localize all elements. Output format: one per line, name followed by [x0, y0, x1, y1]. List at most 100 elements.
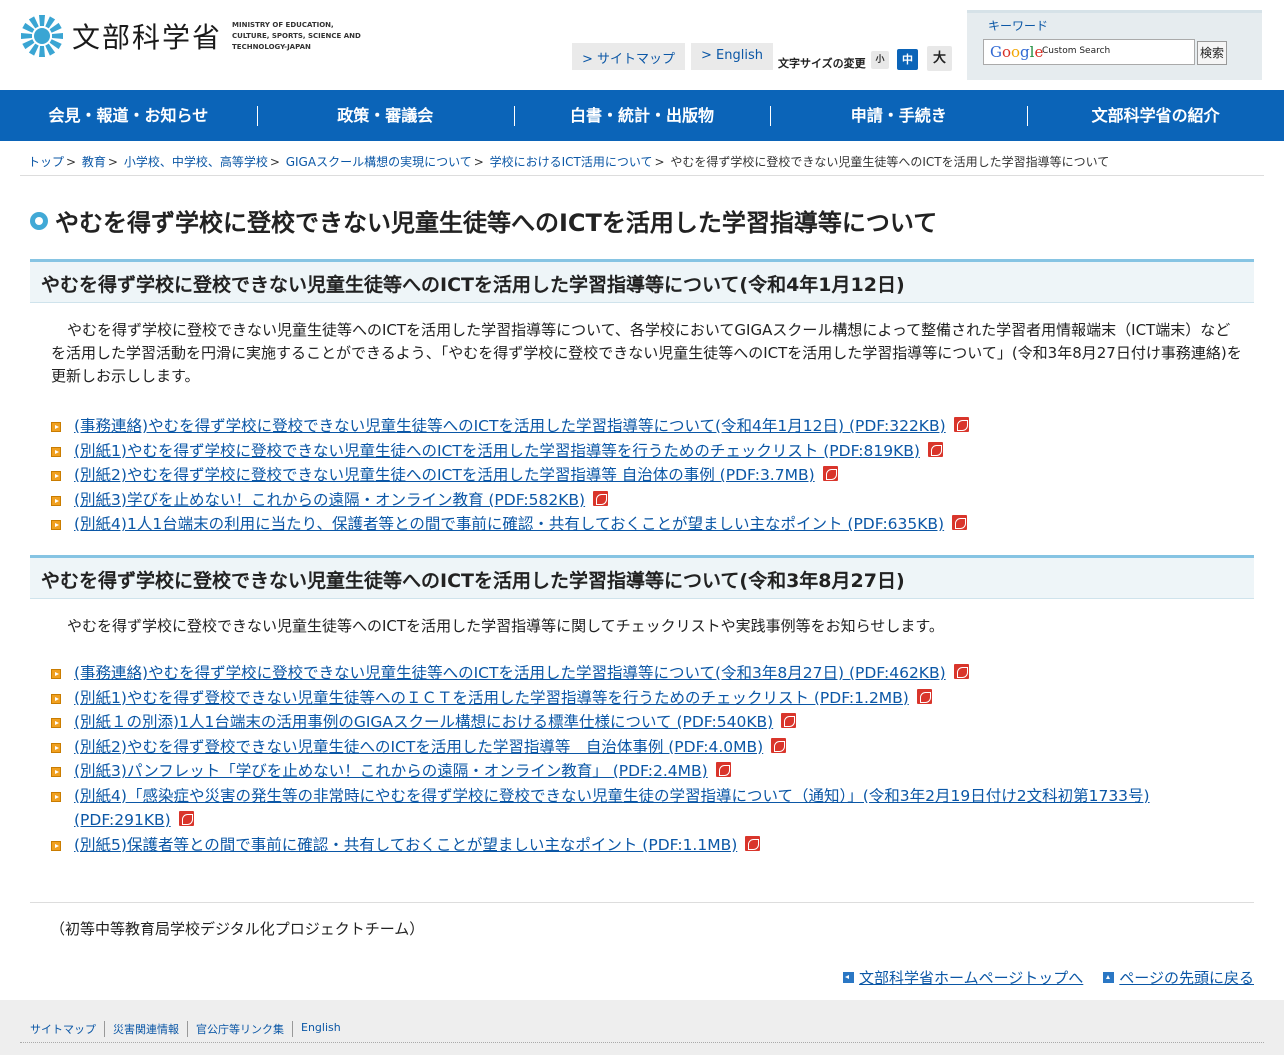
- footer-link-english[interactable]: English: [292, 1021, 349, 1037]
- arrow-bullet-icon: [51, 471, 61, 481]
- nav-item-press[interactable]: 会見・報道・お知らせ: [0, 90, 257, 141]
- search-label: キーワード: [988, 19, 1049, 33]
- pdf-icon: [927, 441, 943, 457]
- breadcrumb-link[interactable]: トップ: [28, 155, 64, 169]
- section-heading: やむを得ず学校に登校できない児童生徒等へのICTを活用した学習指導等について(令…: [30, 555, 1254, 599]
- breadcrumb-divider: [20, 175, 1264, 176]
- list-item: (事務連絡)やむを得ず学校に登校できない児童生徒等へのICTを活用した学習指導等…: [51, 414, 1254, 439]
- nav-item-policy[interactable]: 政策・審議会: [256, 90, 514, 141]
- pdf-link[interactable]: (別紙2)やむを得ず学校に登校できない児童生徒へのICTを活用した学習指導等 自…: [74, 466, 815, 484]
- font-size-label: 文字サイズの変更: [778, 57, 866, 70]
- pdf-link[interactable]: (別紙5)保護者等との間で事前に確認・共有しておくことが望ましい主なポイント (…: [74, 836, 737, 854]
- arrow-bullet-icon: [51, 693, 61, 704]
- arrow-bullet-icon: [51, 495, 61, 506]
- logo-name: 文部科学省: [72, 21, 223, 54]
- nav-item-about[interactable]: 文部科学省の紹介: [1027, 90, 1284, 141]
- arrow-bullet-icon: [51, 446, 61, 457]
- search-input[interactable]: Google Custom Search: [983, 39, 1195, 65]
- list-item: (別紙1)やむを得ず登校できない児童生徒等へのＩＣＴを活用した学習指導等を行うた…: [51, 686, 1254, 711]
- pdf-icon: [953, 664, 969, 679]
- main-nav: 会見・報道・お知らせ 政策・審議会 白書・統計・出版物 申請・手続き 文部科学省…: [0, 90, 1284, 141]
- arrow-bullet-icon: [51, 718, 61, 728]
- pdf-link[interactable]: (事務連絡)やむを得ず学校に登校できない児童生徒等へのICTを活用した学習指導等…: [74, 664, 946, 682]
- arrow-bullet-icon: [51, 767, 61, 777]
- pdf-icon: [745, 835, 761, 851]
- page-title-wrap: やむを得ず学校に登校できない児童生徒等へのICTを活用した学習指導等について: [30, 203, 937, 238]
- footer-link-disaster[interactable]: 災害関連情報: [104, 1021, 187, 1037]
- pdf-link[interactable]: (別紙3)パンフレット「学びを止めない！これからの遠隔・オンライン教育」 (PD…: [74, 762, 708, 780]
- section-description: やむを得ず学校に登校できない児童生徒等へのICTを活用した学習指導等に関してチェ…: [67, 617, 944, 635]
- pdf-icon: [916, 688, 932, 704]
- site-header: 文部科学省 MINISTRY OF EDUCATION, CULTURE, SP…: [0, 0, 1284, 90]
- logo[interactable]: 文部科学省 MINISTRY OF EDUCATION, CULTURE, SP…: [20, 14, 362, 58]
- logo-english-name: MINISTRY OF EDUCATION, CULTURE, SPORTS, …: [232, 20, 361, 51]
- list-item: (別紙3)学びを止めない！これからの遠隔・オンライン教育 (PDF:582KB): [51, 488, 1254, 513]
- pdf-link[interactable]: (別紙3)学びを止めない！これからの遠隔・オンライン教育 (PDF:582KB): [74, 491, 585, 509]
- arrow-bullet-icon: [51, 840, 61, 851]
- font-size-small-button[interactable]: 小: [871, 51, 889, 69]
- pdf-icon: [822, 466, 838, 481]
- footer-link-sitemap[interactable]: サイトマップ: [30, 1021, 104, 1037]
- pdf-icon: [781, 713, 797, 728]
- arrow-bullet-icon: [51, 422, 61, 432]
- search-button[interactable]: 検索: [1197, 41, 1227, 65]
- page-title: やむを得ず学校に登校できない児童生徒等へのICTを活用した学習指導等について: [55, 209, 938, 237]
- breadcrumb-link[interactable]: 学校におけるICT活用について: [490, 155, 653, 169]
- arrow-bullet-icon: [51, 669, 61, 679]
- home-link[interactable]: 文部科学省ホームページトップへ: [859, 967, 1083, 988]
- search-box: キーワード Google Custom Search 検索: [967, 10, 1262, 80]
- pdf-link[interactable]: (別紙4)1人1台端末の利用に当たり、保護者等との間で事前に確認・共有しておくこ…: [74, 515, 944, 533]
- pdf-link[interactable]: (別紙１の別添)1人1台端末の活用事例のGIGAスクール構想における標準仕様につ…: [74, 713, 773, 731]
- list-item: (事務連絡)やむを得ず学校に登校できない児童生徒等へのICTを活用した学習指導等…: [51, 661, 1254, 686]
- breadcrumb: トップ > 教育 > 小学校、中学校、高等学校 > GIGAスクール構想の実現について…: [28, 155, 1110, 169]
- section-2022: やむを得ず学校に登校できない児童生徒等へのICTを活用した学習指導等について(令…: [30, 259, 1254, 537]
- font-size-medium-button[interactable]: 中: [897, 49, 918, 70]
- footer-divider: [20, 1042, 1264, 1043]
- pdf-link[interactable]: (別紙1)やむを得ず学校に登校できない児童生徒へのICTを活用した学習指導等を行…: [74, 442, 920, 460]
- section-description: やむを得ず学校に登校できない児童生徒等へのICTを活用した学習指導等について、各…: [51, 321, 1242, 385]
- list-item: (別紙2)やむを得ず登校できない児童生徒へのICTを活用した学習指導等 自治体事…: [51, 735, 1254, 760]
- pdf-icon: [715, 762, 731, 777]
- section-2021: やむを得ず学校に登校できない児童生徒等へのICTを活用した学習指導等について(令…: [30, 555, 1254, 857]
- nav-item-publications[interactable]: 白書・統計・出版物: [513, 90, 771, 141]
- list-item: (別紙2)やむを得ず学校に登校できない児童生徒へのICTを活用した学習指導等 自…: [51, 463, 1254, 488]
- breadcrumb-link[interactable]: 小学校、中学校、高等学校: [124, 155, 268, 169]
- pdf-icon: [593, 490, 609, 506]
- logo-mark-icon: [20, 14, 64, 58]
- pdf-link[interactable]: (別紙4)「感染症や災害の発生等の非常時にやむを得ず学校に登校できない児童生徒の…: [74, 787, 1150, 830]
- sitemap-button[interactable]: > サイトマップ: [572, 43, 686, 70]
- home-link-wrap: 文部科学省ホームページトップへ: [843, 967, 1083, 988]
- contact-department: （初等中等教育局学校デジタル化プロジェクトチーム）: [30, 902, 1254, 939]
- pdf-link[interactable]: (別紙1)やむを得ず登校できない児童生徒等へのＩＣＴを活用した学習指導等を行うた…: [74, 689, 909, 707]
- english-button[interactable]: > English: [691, 43, 773, 70]
- pdf-link[interactable]: (事務連絡)やむを得ず学校に登校できない児童生徒等へのICTを活用した学習指導等…: [74, 417, 946, 435]
- list-item: (別紙3)パンフレット「学びを止めない！これからの遠隔・オンライン教育」 (PD…: [51, 759, 1254, 784]
- nav-item-applications[interactable]: 申請・手続き: [770, 90, 1027, 141]
- arrow-up-icon: [1103, 972, 1115, 983]
- google-logo: Google: [990, 43, 1044, 61]
- arrow-bullet-icon: [51, 742, 61, 753]
- pdf-link[interactable]: (別紙2)やむを得ず登校できない児童生徒へのICTを活用した学習指導等 自治体事…: [74, 738, 763, 756]
- list-item: (別紙1)やむを得ず学校に登校できない児童生徒へのICTを活用した学習指導等を行…: [51, 439, 1254, 464]
- page-top-link-wrap: ページの先頭に戻る: [1103, 967, 1254, 988]
- bottom-links: 文部科学省ホームページトップへ ページの先頭に戻る: [843, 967, 1254, 988]
- footer-link-gov-links[interactable]: 官公庁等リンク集: [187, 1021, 292, 1037]
- pdf-icon: [953, 417, 969, 432]
- site-footer: サイトマップ 災害関連情報 官公庁等リンク集 English: [0, 1000, 1284, 1055]
- arrow-left-icon: [843, 972, 855, 983]
- breadcrumb-link[interactable]: GIGAスクール構想の実現について: [286, 155, 472, 169]
- arrow-bullet-icon: [51, 520, 61, 530]
- arrow-bullet-icon: [51, 791, 61, 802]
- section-heading: やむを得ず学校に登校できない児童生徒等へのICTを活用した学習指導等について(令…: [30, 259, 1254, 303]
- document-list: (事務連絡)やむを得ず学校に登校できない児童生徒等へのICTを活用した学習指導等…: [30, 414, 1254, 537]
- pdf-icon: [178, 811, 194, 826]
- breadcrumb-link[interactable]: 教育: [82, 155, 106, 169]
- font-size-large-button[interactable]: 大: [927, 46, 952, 71]
- list-item: (別紙5)保護者等との間で事前に確認・共有しておくことが望ましい主なポイント (…: [51, 833, 1254, 858]
- search-placeholder: Custom Search: [1042, 46, 1111, 56]
- pdf-icon: [952, 515, 968, 530]
- page-top-link[interactable]: ページの先頭に戻る: [1119, 967, 1254, 988]
- list-item: (別紙１の別添)1人1台端末の活用事例のGIGAスクール構想における標準仕様につ…: [51, 710, 1254, 735]
- breadcrumb-current: やむを得ず学校に登校できない児童生徒等へのICTを活用した学習指導等について: [670, 155, 1110, 169]
- footer-links: サイトマップ 災害関連情報 官公庁等リンク集 English: [30, 1021, 349, 1037]
